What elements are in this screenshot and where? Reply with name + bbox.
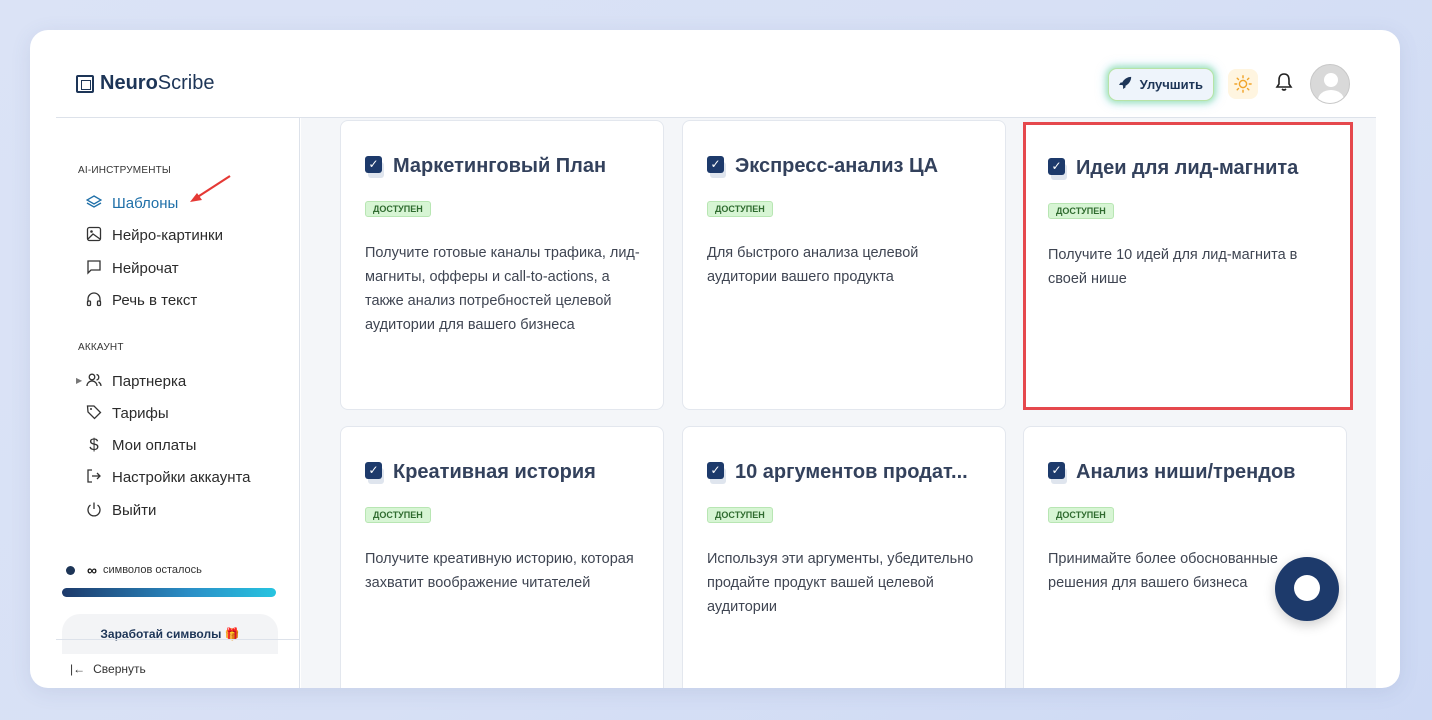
status-badge: ДОСТУПЕН [365, 507, 431, 523]
logo-icon [76, 74, 94, 93]
theme-toggle-sun-icon[interactable] [1228, 69, 1258, 99]
sidebar-item-tariffs[interactable]: Тарифы [86, 401, 169, 425]
card-title-row: ✓ Маркетинговый План [365, 155, 606, 178]
card-title-row: ✓ Идеи для лид-магнита [1048, 157, 1298, 180]
chat-icon [86, 259, 102, 278]
credits-dot-icon [66, 565, 75, 575]
layers-icon [85, 194, 103, 213]
checkbox-icon: ✓ [1048, 157, 1068, 180]
power-icon [86, 501, 102, 520]
sidebar-item-neurochat[interactable]: Нейрочат [86, 256, 179, 280]
status-badge: ДОСТУПЕН [1048, 203, 1114, 219]
upgrade-label: Улучшить [1139, 76, 1203, 92]
collapse-label: Свернуть [93, 662, 146, 676]
card-title-row: ✓ Анализ ниши/трендов [1048, 461, 1295, 484]
card-title-row: ✓ Экспресс-анализ ЦА [707, 155, 938, 178]
checkbox-icon: ✓ [365, 461, 385, 484]
template-card[interactable]: ✓ Экспресс-анализ ЦА ДОСТУПЕН Для быстро… [682, 120, 1006, 410]
template-card-highlighted[interactable]: ✓ Идеи для лид-магнита ДОСТУПЕН Получите… [1023, 122, 1353, 410]
sidebar-item-speech-to-text[interactable]: Речь в текст [86, 288, 197, 312]
card-title: Анализ ниши/трендов [1076, 461, 1296, 483]
sidebar-item-payments[interactable]: $ Мои оплаты [86, 433, 196, 457]
card-description: Для быстрого анализа целевой аудитории в… [707, 245, 919, 285]
template-card[interactable]: ✓ Маркетинговый План ДОСТУПЕН Получите г… [340, 120, 664, 410]
sidebar-item-label: Тарифы [112, 404, 169, 422]
sidebar-item-partner[interactable]: Партнерка [86, 369, 186, 393]
users-icon [86, 372, 102, 391]
status-badge: ДОСТУПЕН [707, 201, 773, 217]
credits-remaining: ∞ символов осталось [66, 562, 202, 578]
sidebar-item-templates[interactable]: Шаблоны [85, 191, 179, 215]
logo-text: Scribe [157, 72, 215, 94]
app-window: NeuroScribe Улучшить AI-ИНСТРУМЕНТЫ Шабл… [30, 30, 1400, 688]
sidebar-item-label: Нейро-картинки [112, 226, 223, 244]
status-badge: ДОСТУПЕН [707, 507, 773, 523]
logo-bold-text: Neuro [100, 72, 158, 94]
sidebar-item-label: Мои оплаты [112, 436, 197, 454]
sidebar-item-label: Речь в текст [112, 291, 198, 309]
card-description: Получите 10 идей для лид-магнита в своей… [1048, 247, 1298, 287]
card-description: Используя эти аргументы, убедительно про… [707, 551, 974, 615]
collapse-sidebar-button[interactable]: |← Свернуть [70, 662, 146, 676]
ai-tools-section-title: AI-ИНСТРУМЕНТЫ [78, 165, 171, 176]
card-title: Креативная история [393, 461, 596, 483]
checkbox-icon: ✓ [1048, 461, 1068, 484]
dollar-icon: $ [89, 435, 99, 454]
credits-progress-fill [62, 588, 276, 597]
upgrade-button[interactable]: Улучшить [1107, 67, 1214, 101]
sidebar: AI-ИНСТРУМЕНТЫ Шаблоны Нейро-картинки Не… [56, 118, 300, 688]
rocket-icon [1118, 76, 1132, 92]
header: NeuroScribe Улучшить [30, 30, 1400, 117]
sidebar-item-label: Настройки аккаунта [112, 468, 251, 486]
support-chat-icon[interactable] [1275, 557, 1339, 621]
sidebar-item-label: Партнерка [112, 372, 187, 390]
template-card[interactable]: ✓ Креативная история ДОСТУПЕН Получите к… [340, 426, 664, 688]
checkbox-icon: ✓ [365, 155, 385, 178]
sidebar-divider [56, 639, 299, 640]
card-title: Экспресс-анализ ЦА [735, 155, 939, 177]
logo[interactable]: NeuroScribe [76, 72, 215, 95]
checkbox-icon: ✓ [707, 155, 727, 178]
tag-icon [86, 404, 102, 423]
card-title: Маркетинговый План [393, 155, 607, 177]
sidebar-item-logout[interactable]: Выйти [86, 498, 156, 522]
card-title: Идеи для лид-магнита [1076, 157, 1299, 179]
credits-text: символов осталось [102, 564, 202, 576]
avatar[interactable] [1310, 64, 1350, 104]
sidebar-item-account-settings[interactable]: Настройки аккаунта [86, 465, 251, 489]
templates-grid: ✓ Маркетинговый План ДОСТУПЕН Получите г… [301, 118, 1376, 688]
earn-credits-button[interactable]: Заработай символы 🎁 [62, 614, 278, 654]
card-title-row: ✓ Креативная история [365, 461, 596, 484]
checkbox-icon: ✓ [707, 461, 727, 484]
card-description: Получите креативную историю, которая зах… [365, 551, 634, 591]
card-description: Получите готовые каналы трафика, лид-маг… [365, 245, 640, 333]
logout-arrow-icon [86, 468, 102, 487]
collapse-arrow-icon: |← [70, 662, 86, 676]
image-icon [86, 226, 102, 245]
caret-right-icon[interactable]: ▶ [76, 376, 82, 385]
card-title-row: ✓ 10 аргументов продат... [707, 461, 968, 484]
credits-progress-bar [62, 588, 276, 597]
sidebar-item-label: Выйти [112, 501, 157, 519]
status-badge: ДОСТУПЕН [365, 201, 431, 217]
sidebar-item-label: Шаблоны [112, 194, 179, 212]
sidebar-item-neuro-images[interactable]: Нейро-картинки [86, 223, 223, 247]
notifications-bell-icon[interactable] [1272, 72, 1296, 97]
account-section-title: АККАУНТ [78, 342, 124, 353]
credits-symbol: ∞ [87, 562, 97, 578]
red-arrow-annotation-icon [190, 175, 231, 202]
headphones-icon [86, 291, 102, 310]
header-actions: Улучшить [1107, 64, 1350, 104]
sidebar-item-label: Нейрочат [112, 259, 179, 277]
template-card[interactable]: ✓ 10 аргументов продат... ДОСТУПЕН Испол… [682, 426, 1006, 688]
status-badge: ДОСТУПЕН [1048, 507, 1114, 523]
card-title: 10 аргументов продат... [735, 461, 968, 483]
